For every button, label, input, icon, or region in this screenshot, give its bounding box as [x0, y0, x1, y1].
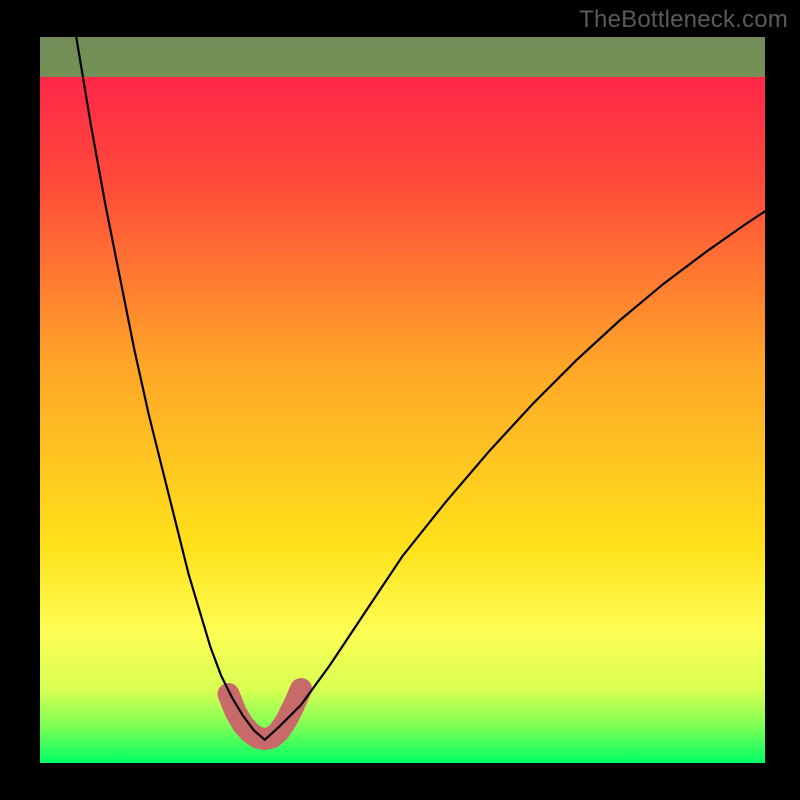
- bottleneck-chart: [0, 0, 800, 800]
- green-optimal-band: [40, 37, 765, 77]
- chart-container: TheBottleneck.com: [0, 0, 800, 800]
- plot-gradient-background: [40, 37, 765, 763]
- watermark-text: TheBottleneck.com: [579, 6, 788, 34]
